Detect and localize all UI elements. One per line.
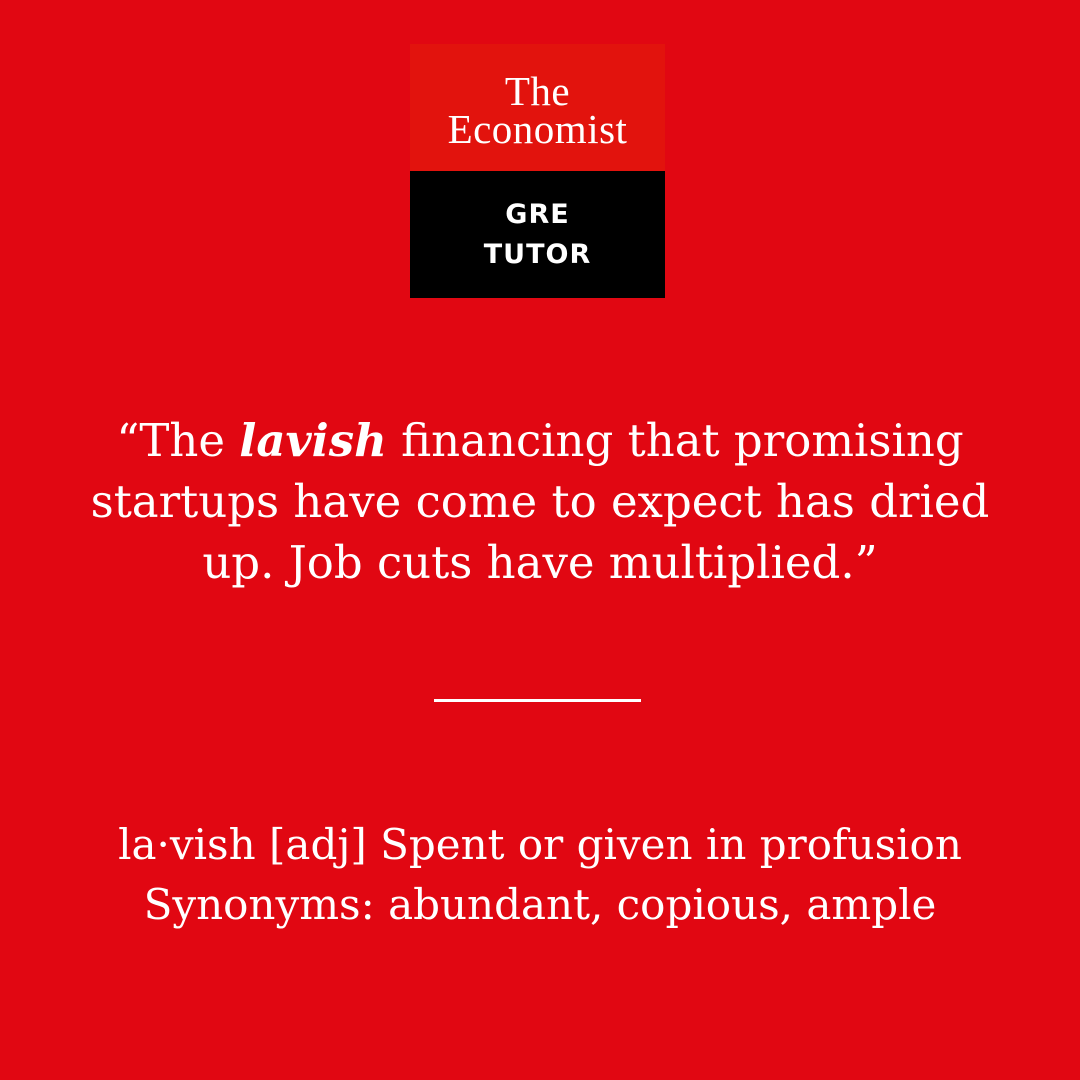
- quote-text-before: “The: [116, 414, 240, 467]
- example-quote: “The lavish financing that promising sta…: [60, 410, 1020, 593]
- quote-highlighted-word: lavish: [239, 414, 387, 467]
- logo-subtitle: GRE TUTOR: [410, 171, 665, 298]
- logo-line-the: The: [504, 67, 571, 114]
- logo-line-economist: Economist: [447, 105, 628, 152]
- divider: [434, 699, 641, 702]
- definition-synonyms: Synonyms: abundant, copious, ample: [143, 880, 937, 929]
- logo-line-tutor: TUTOR: [483, 238, 592, 270]
- economist-gre-tutor-logo: The Economist GRE TUTOR: [410, 44, 665, 298]
- definition-entry: la·vish [adj] Spent or given in profusio…: [118, 820, 962, 869]
- word-definition: la·vish [adj] Spent or given in profusio…: [60, 815, 1020, 935]
- logo-wordmark: The Economist: [410, 44, 665, 171]
- logo-line-gre: GRE: [505, 198, 570, 230]
